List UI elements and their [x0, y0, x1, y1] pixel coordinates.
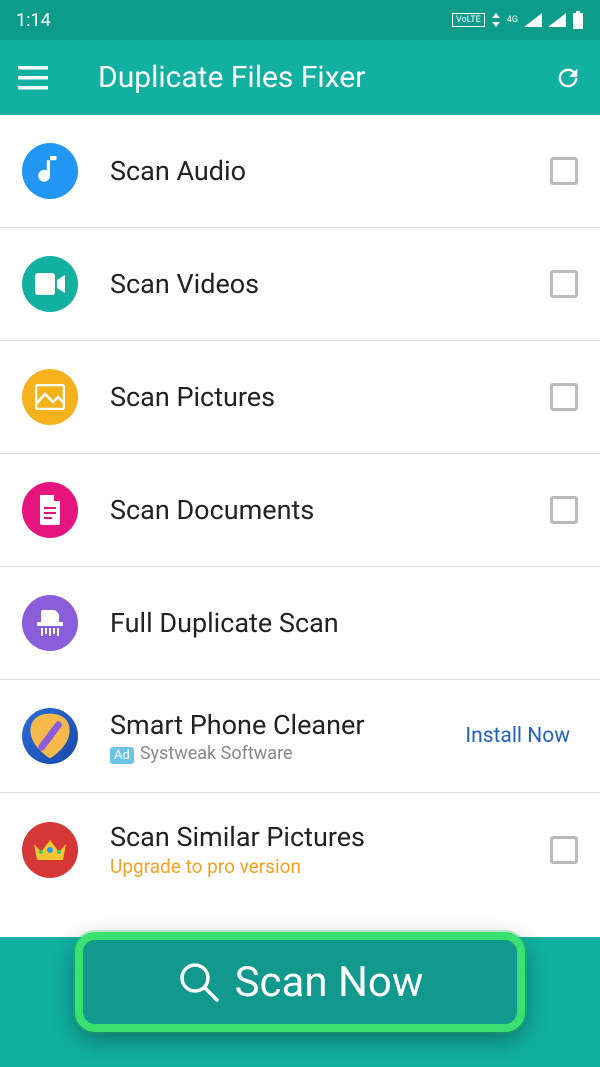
full-duplicate-scan-label: Full Duplicate Scan [110, 607, 578, 639]
signal-icon-2 [548, 13, 566, 27]
signal-icon [524, 13, 542, 27]
crown-icon [22, 822, 78, 878]
scan-similar-checkbox[interactable] [550, 836, 578, 864]
menu-icon[interactable] [18, 66, 48, 90]
upgrade-subtitle: Upgrade to pro version [110, 855, 550, 878]
ad-item[interactable]: Smart Phone Cleaner AdSystweak Software … [0, 680, 600, 793]
scan-videos-label: Scan Videos [110, 268, 550, 300]
app-ad-icon [22, 708, 78, 764]
network-label: 4G [507, 15, 518, 25]
scan-videos-item[interactable]: Scan Videos [0, 228, 600, 341]
scan-documents-checkbox[interactable] [550, 496, 578, 524]
scan-now-button[interactable]: Scan Now [75, 932, 525, 1032]
status-bar: 1:14 VoLTE 4G [0, 0, 600, 40]
status-indicators: VoLTE 4G [452, 11, 584, 29]
ad-title: Smart Phone Cleaner [110, 709, 465, 741]
scan-pictures-label: Scan Pictures [110, 381, 550, 413]
audio-icon [22, 143, 78, 199]
scan-pictures-item[interactable]: Scan Pictures [0, 341, 600, 454]
app-bar: Duplicate Files Fixer [0, 40, 600, 115]
scan-pictures-checkbox[interactable] [550, 383, 578, 411]
scan-audio-item[interactable]: Scan Audio [0, 115, 600, 228]
volte-badge: VoLTE [452, 13, 485, 27]
ad-subtitle: AdSystweak Software [110, 743, 465, 764]
scan-similar-pictures-item[interactable]: Scan Similar Pictures Upgrade to pro ver… [0, 793, 600, 906]
scan-options-list: Scan Audio Scan Videos Scan Pictures Sca… [0, 115, 600, 906]
full-duplicate-scan-item[interactable]: Full Duplicate Scan [0, 567, 600, 680]
shredder-icon [22, 595, 78, 651]
app-title: Duplicate Files Fixer [98, 60, 554, 95]
scan-similar-label: Scan Similar Pictures [110, 821, 550, 853]
status-time: 1:14 [16, 10, 51, 31]
scan-videos-checkbox[interactable] [550, 270, 578, 298]
scan-documents-label: Scan Documents [110, 494, 550, 526]
search-icon [177, 960, 221, 1004]
refresh-icon[interactable] [554, 64, 582, 92]
video-icon [22, 256, 78, 312]
ad-badge: Ad [110, 747, 134, 764]
scan-documents-item[interactable]: Scan Documents [0, 454, 600, 567]
network-updown-icon [491, 13, 501, 27]
picture-icon [22, 369, 78, 425]
battery-icon [572, 11, 584, 29]
install-now-link[interactable]: Install Now [465, 724, 570, 748]
scan-now-label: Scan Now [235, 958, 424, 1007]
scan-audio-label: Scan Audio [110, 155, 550, 187]
scan-audio-checkbox[interactable] [550, 157, 578, 185]
document-icon [22, 482, 78, 538]
